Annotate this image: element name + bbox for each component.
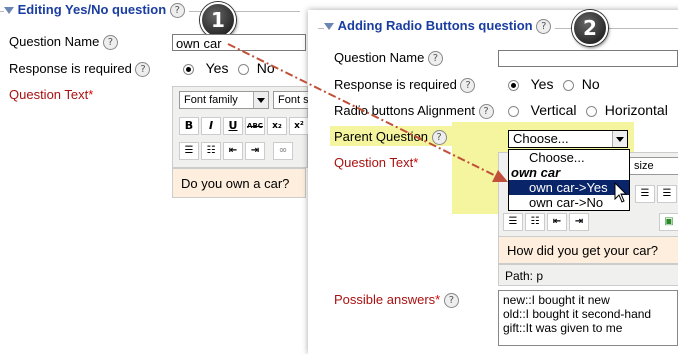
connector-arrow — [227, 43, 508, 182]
